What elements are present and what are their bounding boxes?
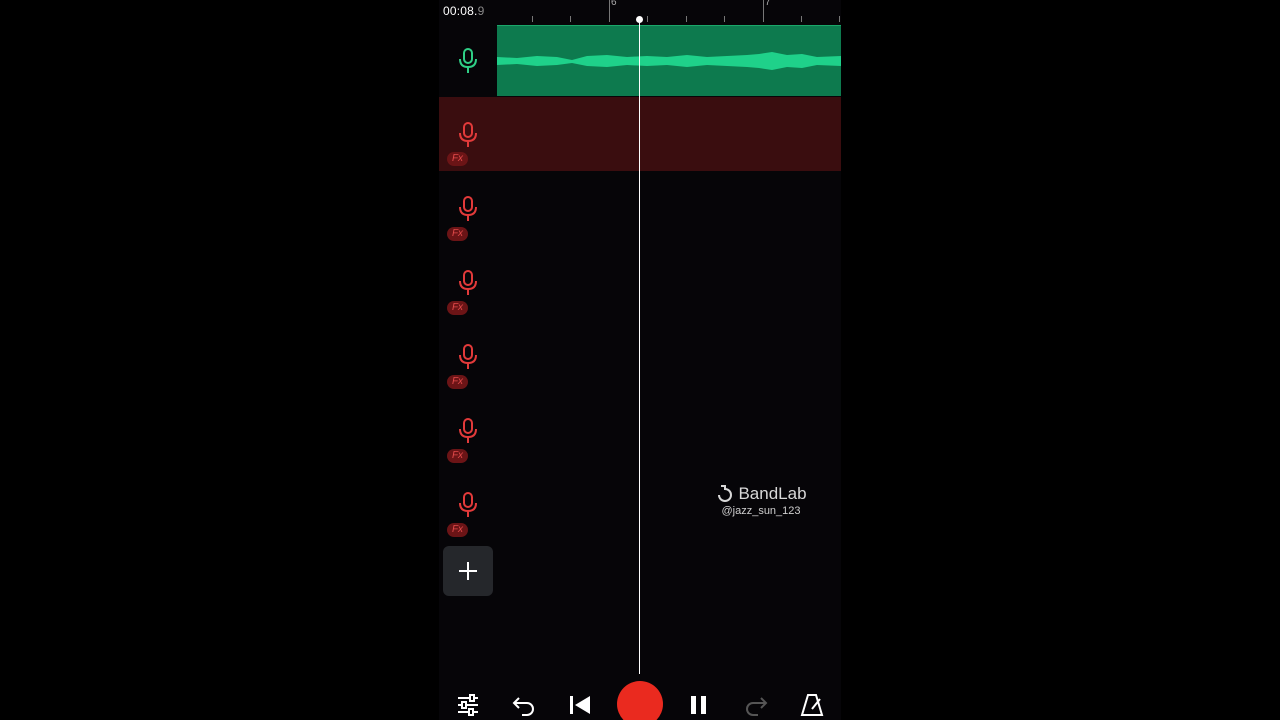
microphone-icon[interactable]	[458, 122, 478, 148]
bar-number: 6	[611, 0, 617, 8]
brand-name: BandLab	[738, 484, 807, 503]
pause-icon[interactable]	[686, 692, 712, 718]
ruler-tick	[686, 16, 687, 22]
bandlab-logo-icon	[718, 485, 733, 502]
ruler-bar-line	[763, 0, 764, 22]
microphone-icon[interactable]	[458, 344, 478, 370]
microphone-icon[interactable]	[458, 48, 478, 74]
microphone-icon[interactable]	[458, 418, 478, 444]
waveform	[497, 52, 841, 70]
time-counter: 00:08.9	[443, 4, 484, 18]
bandlab-watermark: BandLab @jazz_sun_123	[711, 484, 811, 517]
microphone-icon[interactable]	[458, 270, 478, 296]
timeline-ruler[interactable]: 6 7	[497, 0, 841, 22]
audio-region[interactable]	[497, 25, 841, 96]
ruler-tick	[570, 16, 571, 22]
track-lane-3[interactable]: Fx	[439, 171, 841, 245]
ruler-bar-line	[609, 0, 610, 22]
fx-badge[interactable]: Fx	[447, 449, 468, 463]
plus-icon	[459, 562, 477, 580]
playhead[interactable]	[639, 19, 640, 674]
fx-badge[interactable]: Fx	[447, 301, 468, 315]
studio-screen: 00:08.9 6 7 Fx Fx Fx Fx Fx Fx BandLab @j…	[439, 0, 841, 720]
track-lane-2[interactable]: Fx	[439, 97, 841, 171]
time-fraction: 9	[477, 4, 485, 18]
microphone-icon[interactable]	[458, 492, 478, 518]
fx-badge[interactable]: Fx	[447, 375, 468, 389]
ruler-tick	[532, 16, 533, 22]
metronome-icon[interactable]	[799, 692, 825, 718]
track-lane-4[interactable]: Fx	[439, 245, 841, 319]
ruler-tick	[724, 16, 725, 22]
ruler-tick	[647, 16, 648, 22]
fx-badge[interactable]: Fx	[447, 523, 468, 537]
add-track-button[interactable]	[443, 546, 493, 596]
watermark-username: @jazz_sun_123	[721, 505, 801, 517]
bar-number: 7	[765, 0, 771, 8]
fx-badge[interactable]: Fx	[447, 152, 468, 166]
record-button[interactable]	[617, 681, 663, 720]
playhead-handle[interactable]	[636, 16, 643, 23]
ruler-tick	[839, 16, 840, 22]
skip-to-start-icon[interactable]	[567, 692, 593, 718]
ruler-tick	[801, 16, 802, 22]
track-lane-5[interactable]: Fx	[439, 319, 841, 393]
time-main: 00:08.	[443, 4, 478, 18]
redo-icon[interactable]	[743, 692, 769, 718]
undo-icon[interactable]	[511, 692, 537, 718]
track-lane-6[interactable]: Fx	[439, 393, 841, 467]
fx-badge[interactable]: Fx	[447, 227, 468, 241]
mixer-icon[interactable]	[455, 692, 481, 718]
microphone-icon[interactable]	[458, 196, 478, 222]
